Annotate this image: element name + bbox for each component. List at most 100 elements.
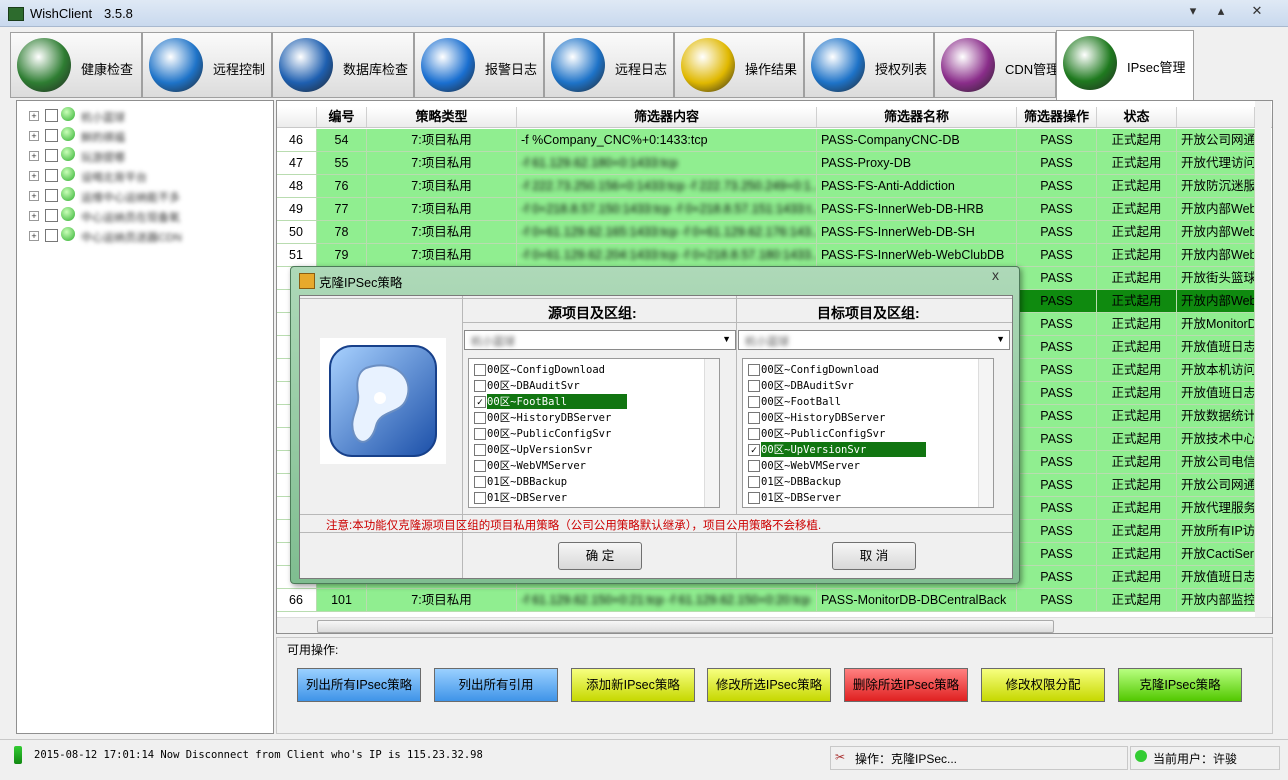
column-header[interactable]: 状态: [1097, 107, 1177, 127]
tree-checkbox[interactable]: [45, 189, 58, 202]
expand-icon[interactable]: +: [29, 151, 39, 161]
op-button-4[interactable]: 修改所选IPsec策略: [707, 668, 831, 702]
tree-checkbox[interactable]: [45, 209, 58, 222]
table-row[interactable]: 50 78 7:项目私用 -f 0+61.129.62.165:1433:tcp -f…: [277, 221, 1272, 244]
item-checkbox[interactable]: [474, 380, 486, 392]
expand-icon[interactable]: +: [29, 131, 39, 141]
grid-horizontal-scrollbar[interactable]: [277, 617, 1272, 633]
op-button-3[interactable]: 添加新IPsec策略: [571, 668, 695, 702]
tree-item[interactable]: + 中心运纳员送器CDN: [27, 227, 257, 245]
table-row[interactable]: 47 55 7:项目私用 -f 61.129.62.180+0:1433:tcp PAS…: [277, 152, 1272, 175]
list-item[interactable]: 00区~PublicConfigSvr: [745, 425, 987, 441]
tab-5[interactable]: 远程日志: [544, 32, 674, 98]
expand-icon[interactable]: +: [29, 231, 39, 241]
tab-3[interactable]: 数据库检查: [272, 32, 414, 98]
project-tree[interactable]: + 杭小蓝球 + 鲜的祺福 + 玩游提哪 + 设喝北背平台 + 运维中心运纳能不多 + 中心运纳员在现…: [16, 100, 274, 734]
tree-item[interactable]: + 运维中心运纳能不多: [27, 187, 257, 205]
tree-checkbox[interactable]: [45, 109, 58, 122]
maximize-button[interactable]: ▴: [1210, 2, 1232, 20]
list-item[interactable]: 00区~HistoryDBServer: [471, 409, 713, 425]
op-button-5[interactable]: 删除所选IPsec策略: [844, 668, 968, 702]
list-item[interactable]: 01区~DBBackup: [471, 473, 713, 489]
item-checkbox[interactable]: [474, 364, 486, 376]
tree-item[interactable]: + 杭小蓝球: [27, 107, 257, 125]
dialog-close-icon[interactable]: x: [992, 267, 999, 283]
tree-item[interactable]: + 鲜的祺福: [27, 127, 257, 145]
op-button-7[interactable]: 克隆IPsec策略: [1118, 668, 1242, 702]
column-header[interactable]: 策略类型: [367, 107, 517, 127]
list-item[interactable]: 00区~DBAuditSvr: [745, 377, 987, 393]
item-checkbox[interactable]: [748, 380, 760, 392]
target-project-select[interactable]: 杭小蓝球 ▼: [738, 330, 1010, 350]
item-checkbox[interactable]: [474, 492, 486, 504]
column-header[interactable]: [277, 107, 317, 127]
list-item[interactable]: 01区~DBServer: [471, 489, 713, 505]
target-group-list[interactable]: 00区~ConfigDownload 00区~DBAuditSvr 00区~Foot…: [742, 358, 994, 508]
tree-checkbox[interactable]: [45, 169, 58, 182]
item-checkbox[interactable]: ✓: [748, 444, 760, 456]
tree-item[interactable]: + 玩游提哪: [27, 147, 257, 165]
tree-item[interactable]: + 中心运纳员在现备氧: [27, 207, 257, 225]
list-item[interactable]: 00区~WebVMServer: [471, 457, 713, 473]
column-header[interactable]: 筛选器操作: [1017, 107, 1097, 127]
expand-icon[interactable]: +: [29, 191, 39, 201]
expand-icon[interactable]: +: [29, 171, 39, 181]
cancel-button[interactable]: 取 消: [832, 542, 916, 570]
item-checkbox[interactable]: [474, 412, 486, 424]
tree-item[interactable]: + 设喝北背平台: [27, 167, 257, 185]
grid-vertical-scrollbar[interactable]: [1255, 101, 1271, 617]
item-checkbox[interactable]: [748, 364, 760, 376]
op-button-2[interactable]: 列出所有引用: [434, 668, 558, 702]
list-item[interactable]: ✓ 00区~UpVersionSvr: [745, 441, 987, 457]
list-item[interactable]: 00区~PublicConfigSvr: [471, 425, 713, 441]
tree-checkbox[interactable]: [45, 149, 58, 162]
source-project-select[interactable]: 杭小蓝球 ▼: [464, 330, 736, 350]
item-checkbox[interactable]: [748, 476, 760, 488]
list-item[interactable]: ✓ 00区~FootBall: [471, 393, 713, 409]
list-item[interactable]: 00区~WebVMServer: [745, 457, 987, 473]
column-header[interactable]: 筛选器名称: [817, 107, 1017, 127]
item-checkbox[interactable]: [474, 428, 486, 440]
tab-7[interactable]: 授权列表: [804, 32, 934, 98]
item-checkbox[interactable]: [748, 396, 760, 408]
table-row[interactable]: 48 76 7:项目私用 -f 222.73.250.156+0:1433:tcp -…: [277, 175, 1272, 198]
tab-1[interactable]: 健康检查: [10, 32, 142, 98]
minimize-button[interactable]: ▾: [1182, 2, 1204, 20]
close-window-button[interactable]: ✕: [1246, 2, 1268, 20]
op-button-6[interactable]: 修改权限分配: [981, 668, 1105, 702]
tab-9[interactable]: IPsec管理: [1056, 30, 1194, 100]
item-checkbox[interactable]: [748, 460, 760, 472]
table-row[interactable]: 46 54 7:项目私用 -f %Company_CNC%+0:1433:tcp PAS…: [277, 129, 1272, 152]
tree-checkbox[interactable]: [45, 229, 58, 242]
item-checkbox[interactable]: [748, 428, 760, 440]
list-item[interactable]: 01区~DBServer: [745, 489, 987, 505]
list-item[interactable]: 01区~DBBackup: [745, 473, 987, 489]
list-item[interactable]: 00区~ConfigDownload: [471, 361, 713, 377]
column-header[interactable]: 筛选器内容: [517, 107, 817, 127]
ok-button[interactable]: 确 定: [558, 542, 642, 570]
column-header[interactable]: [1177, 107, 1255, 127]
list-item[interactable]: 00区~FootBall: [745, 393, 987, 409]
source-group-list[interactable]: 00区~ConfigDownload 00区~DBAuditSvr ✓ 00区~Foo…: [468, 358, 720, 508]
list-item[interactable]: 00区~HistoryDBServer: [745, 409, 987, 425]
table-row[interactable]: 49 77 7:项目私用 -f 0+218.8.57.150:1433:tcp -f …: [277, 198, 1272, 221]
scroll-thumb[interactable]: [317, 620, 1054, 633]
list-item[interactable]: 00区~UpVersionSvr: [471, 441, 713, 457]
tab-6[interactable]: 操作结果: [674, 32, 804, 98]
tab-2[interactable]: 远程控制: [142, 32, 272, 98]
item-checkbox[interactable]: [474, 460, 486, 472]
op-button-1[interactable]: 列出所有IPsec策略: [297, 668, 421, 702]
list-item[interactable]: 00区~DBAuditSvr: [471, 377, 713, 393]
list-item[interactable]: 00区~ConfigDownload: [745, 361, 987, 377]
tree-checkbox[interactable]: [45, 129, 58, 142]
item-checkbox[interactable]: ✓: [474, 396, 486, 408]
column-header[interactable]: 编号: [317, 107, 367, 127]
tab-8[interactable]: CDN管理: [934, 32, 1059, 98]
item-checkbox[interactable]: [474, 444, 486, 456]
item-checkbox[interactable]: [748, 492, 760, 504]
item-checkbox[interactable]: [748, 412, 760, 424]
item-checkbox[interactable]: [474, 476, 486, 488]
table-row[interactable]: 66 101 7:项目私用 -f 61.129.62.150+0:21:tcp -f …: [277, 589, 1272, 612]
tab-4[interactable]: 报警日志: [414, 32, 544, 98]
table-row[interactable]: 51 79 7:项目私用 -f 0+61.129.62.204:1433:tcp -f…: [277, 244, 1272, 267]
